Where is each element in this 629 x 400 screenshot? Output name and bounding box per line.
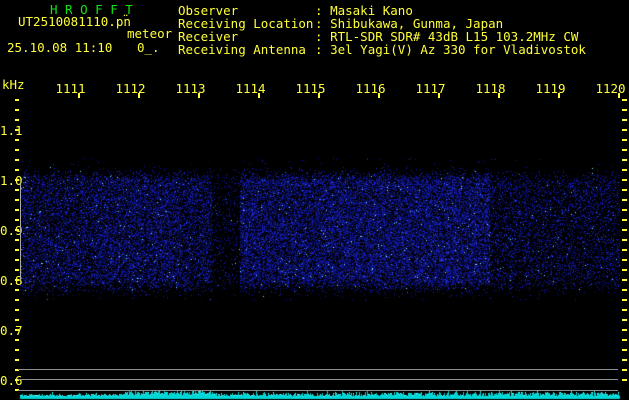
right-scale-tick bbox=[622, 269, 627, 271]
time-tick-label: 1116 bbox=[355, 81, 386, 96]
time-axis-tick bbox=[618, 93, 620, 98]
signal-reference-line bbox=[18, 390, 618, 391]
right-scale-tick bbox=[622, 229, 627, 231]
freq-axis-tick bbox=[15, 359, 19, 361]
time-tick-label: 1119 bbox=[535, 81, 566, 96]
freq-axis-tick bbox=[15, 109, 19, 111]
time-axis-tick bbox=[318, 93, 320, 98]
right-scale-tick bbox=[622, 319, 627, 321]
freq-axis-tick bbox=[15, 99, 19, 101]
right-scale-tick bbox=[622, 259, 627, 261]
signal-reference-line bbox=[18, 369, 618, 370]
freq-axis-tick bbox=[15, 139, 19, 141]
freq-tick-label: 0.7 bbox=[0, 323, 23, 338]
right-scale-tick bbox=[622, 159, 627, 161]
time-tick-label: 1115 bbox=[295, 81, 326, 96]
freq-axis-tick bbox=[15, 339, 19, 341]
band-marker-bar bbox=[20, 183, 21, 280]
right-scale-tick bbox=[622, 119, 627, 121]
time-axis-tick bbox=[558, 93, 560, 98]
freq-axis-tick bbox=[15, 129, 19, 131]
time-tick-label: 1114 bbox=[235, 81, 266, 96]
right-scale-tick bbox=[622, 339, 627, 341]
right-scale-tick bbox=[622, 359, 627, 361]
right-scale-tick bbox=[622, 139, 627, 141]
time-tick-label: 1117 bbox=[415, 81, 446, 96]
info-row-value: 3el Yagi(V) Az 330 for Vladivostok bbox=[330, 42, 586, 57]
freq-axis-tick bbox=[15, 349, 19, 351]
right-scale-tick bbox=[622, 309, 627, 311]
spectrogram-canvas bbox=[0, 0, 629, 400]
time-tick-label: 1118 bbox=[475, 81, 506, 96]
right-scale-tick bbox=[622, 129, 627, 131]
freq-axis-tick bbox=[15, 159, 19, 161]
freq-axis-tick bbox=[15, 309, 19, 311]
freq-tick-label: 0.9 bbox=[0, 223, 23, 238]
right-scale-tick bbox=[622, 179, 627, 181]
freq-axis-tick bbox=[15, 149, 19, 151]
freq-axis-tick bbox=[15, 169, 19, 171]
right-scale-tick bbox=[622, 209, 627, 211]
right-scale-tick bbox=[622, 379, 627, 381]
time-axis-tick bbox=[498, 93, 500, 98]
freq-axis-tick bbox=[15, 279, 19, 281]
freq-tick-label: 1.1 bbox=[0, 123, 23, 138]
hrofft-screen: H R O F F T UT2510081110.pn ¨ meteor 25.… bbox=[0, 0, 629, 400]
right-scale-tick bbox=[622, 329, 627, 331]
time-axis-tick bbox=[78, 93, 80, 98]
right-scale-tick bbox=[622, 199, 627, 201]
freq-axis-tick bbox=[15, 329, 19, 331]
right-scale-tick bbox=[622, 189, 627, 191]
time-tick-label: 1113 bbox=[175, 81, 206, 96]
freq-axis-tick bbox=[15, 199, 19, 201]
right-scale-tick bbox=[622, 249, 627, 251]
right-scale-tick bbox=[622, 369, 627, 371]
freq-axis-tick bbox=[15, 259, 19, 261]
right-scale-tick bbox=[622, 169, 627, 171]
time-tick-label: 1111 bbox=[55, 81, 86, 96]
right-scale-tick bbox=[622, 109, 627, 111]
right-scale-tick bbox=[622, 289, 627, 291]
freq-axis-tick bbox=[15, 239, 19, 241]
freq-axis-tick bbox=[15, 229, 19, 231]
freq-axis-tick bbox=[15, 189, 19, 191]
signal-reference-line bbox=[18, 379, 618, 380]
freq-tick-label: 0.6 bbox=[0, 373, 23, 388]
freq-axis-tick bbox=[15, 179, 19, 181]
freq-axis-tick bbox=[15, 249, 19, 251]
right-scale-tick bbox=[622, 219, 627, 221]
time-axis-tick bbox=[438, 93, 440, 98]
freq-axis-unit: kHz bbox=[2, 77, 25, 92]
right-scale-tick bbox=[622, 239, 627, 241]
freq-tick-label: 1.0 bbox=[0, 173, 23, 188]
freq-axis-tick bbox=[15, 219, 19, 221]
right-scale-tick bbox=[622, 279, 627, 281]
freq-axis-tick bbox=[15, 299, 19, 301]
time-tick-label: 1120 bbox=[595, 81, 626, 96]
info-row: Receiving Antenna: 3el Yagi(V) Az 330 fo… bbox=[178, 43, 586, 56]
freq-axis-tick bbox=[15, 269, 19, 271]
info-row-label: Receiving Antenna bbox=[178, 42, 306, 57]
info-row-separator: : bbox=[315, 42, 331, 57]
freq-axis-tick bbox=[15, 319, 19, 321]
time-axis-tick bbox=[378, 93, 380, 98]
time-tick-label: 1112 bbox=[115, 81, 146, 96]
right-scale-tick bbox=[622, 99, 627, 101]
freq-axis-tick bbox=[15, 289, 19, 291]
freq-tick-label: 0.8 bbox=[0, 273, 23, 288]
right-scale-tick bbox=[622, 349, 627, 351]
header-info: Observer: Masaki Kano Receiving Location:… bbox=[0, 0, 629, 60]
time-axis-tick bbox=[138, 93, 140, 98]
time-axis-tick bbox=[258, 93, 260, 98]
right-scale-tick bbox=[622, 149, 627, 151]
freq-axis-tick bbox=[15, 119, 19, 121]
time-axis-tick bbox=[198, 93, 200, 98]
right-scale-tick bbox=[622, 299, 627, 301]
freq-axis-tick bbox=[15, 209, 19, 211]
